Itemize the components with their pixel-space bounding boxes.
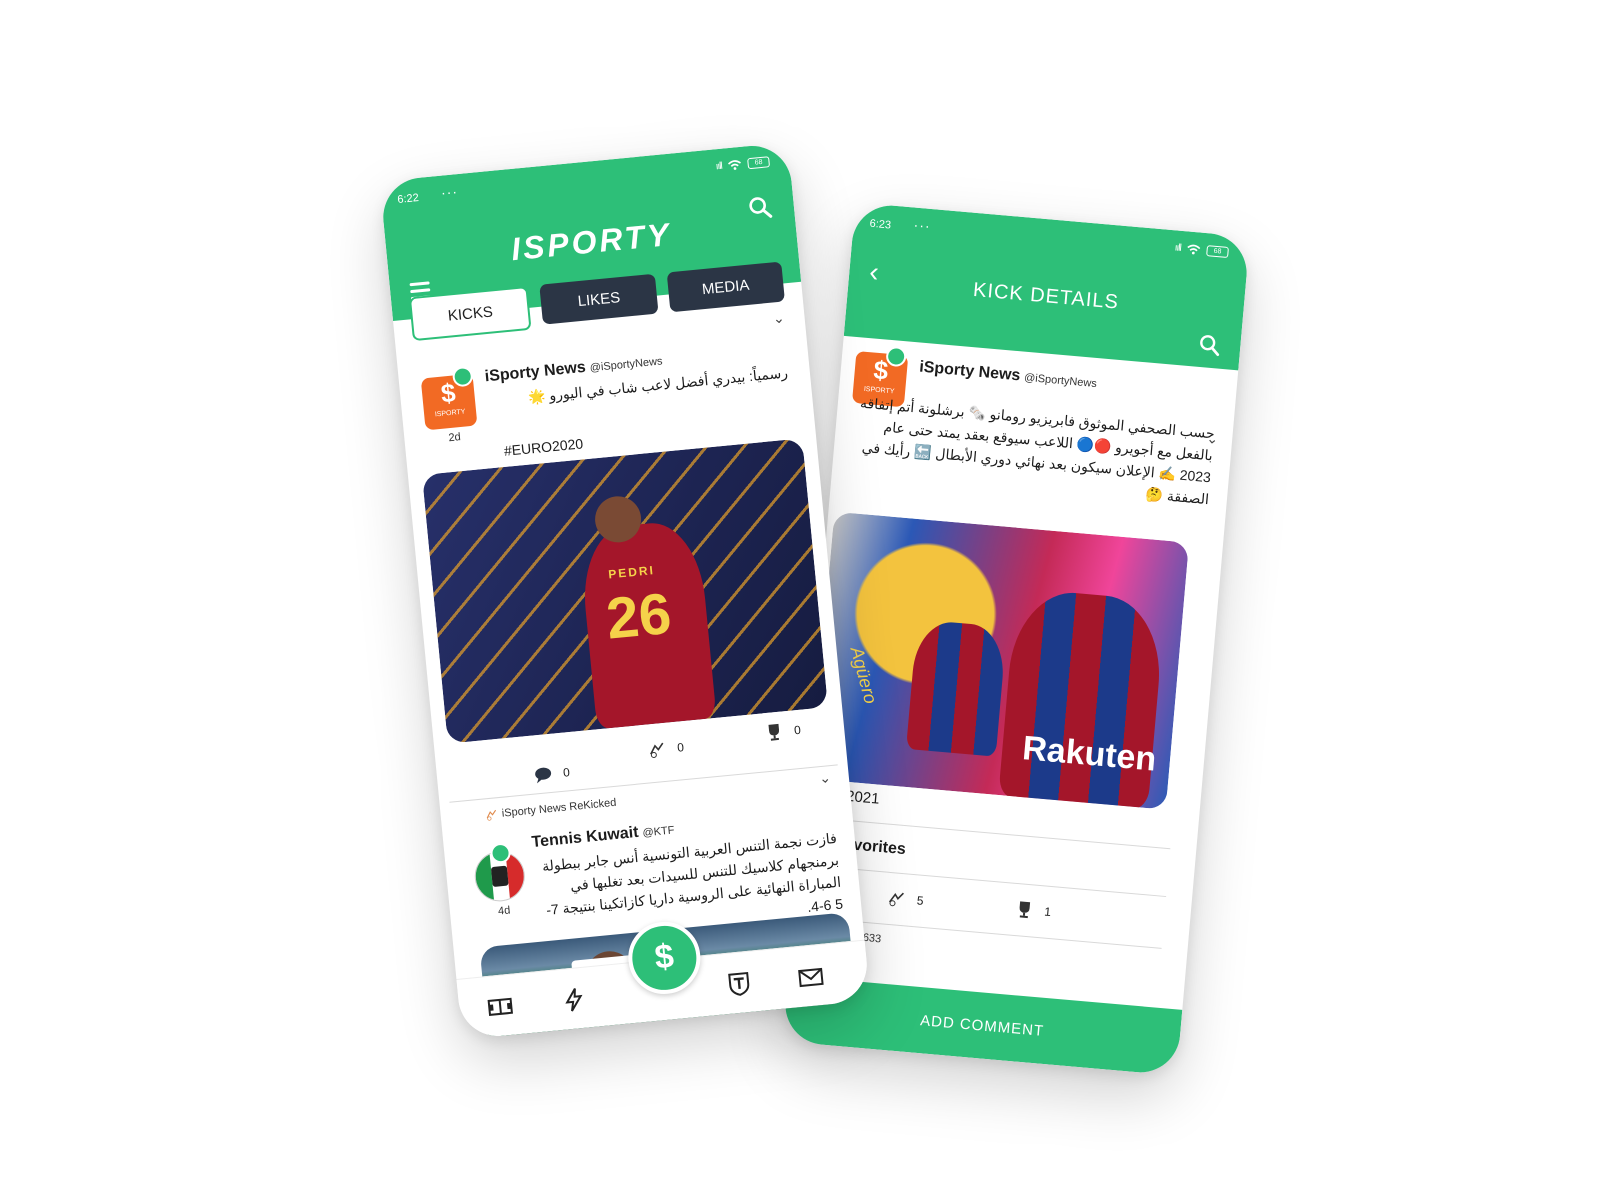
post-author[interactable]: iSporty News @iSportyNews xyxy=(919,359,1098,392)
search-icon[interactable] xyxy=(747,194,773,220)
post-hashtag[interactable]: #EURO2020 xyxy=(503,435,584,459)
battery-icon: 68 xyxy=(747,156,771,170)
comment-action[interactable]: 0 xyxy=(532,762,570,785)
post-handle: @iSportyNews xyxy=(1023,371,1098,391)
rekick-icon xyxy=(486,809,497,821)
chevron-down-icon[interactable]: ⌄ xyxy=(818,769,831,787)
trophy-count: 1 xyxy=(1043,904,1052,920)
chevron-down-icon[interactable]: ⌄ xyxy=(772,309,785,327)
status-dots: ··· xyxy=(440,183,459,201)
status-dots: ··· xyxy=(913,216,932,234)
rekicked-label: iSporty News ReKicked xyxy=(484,796,617,823)
wifi-icon xyxy=(727,160,741,170)
tab-media[interactable]: MEDIA xyxy=(666,261,785,313)
rekick-icon xyxy=(888,892,904,907)
feed-phone: 6:22 ··· ııll 68 ISPORTY KICKS LIKES MED… xyxy=(379,142,871,1040)
lightning-icon[interactable] xyxy=(560,986,588,1014)
rekick-action[interactable]: 5 xyxy=(886,888,924,911)
post-age: 2d xyxy=(447,431,462,445)
feed-tabs: KICKS LIKES MEDIA xyxy=(408,261,785,342)
post-handle: @KTF xyxy=(642,824,675,840)
post-image[interactable]: Rakuten Agüero xyxy=(811,511,1190,810)
player-name-text: Agüero xyxy=(846,644,881,706)
post-text: حسب الصحفي الموثوق فابريزيو رومانو 🗞️ بر… xyxy=(859,394,1216,508)
tab-likes[interactable]: LIKES xyxy=(539,273,659,325)
player-figure-small xyxy=(906,619,1007,757)
comment-icon xyxy=(535,767,552,784)
page-title: KICK DETAILS xyxy=(972,278,1120,314)
field-icon[interactable] xyxy=(486,993,514,1021)
post-handle: @iSportyNews xyxy=(589,355,664,375)
wifi-icon xyxy=(1187,244,1201,255)
trophy-action[interactable]: 1 xyxy=(1014,899,1052,922)
jersey-number: 26 xyxy=(603,580,674,652)
search-icon[interactable] xyxy=(1197,333,1221,357)
post-age: 4d xyxy=(497,904,511,918)
status-bar: 6:22 ··· ııll 68 xyxy=(380,142,791,211)
trophy-icon xyxy=(1019,901,1031,919)
rekick-count: 5 xyxy=(916,893,925,908)
status-bar: 6:23 ··· ııll 68 xyxy=(853,202,1250,266)
post-image[interactable]: PEDRI 26 xyxy=(421,438,829,744)
t-shield-icon[interactable] xyxy=(725,970,753,998)
trophy-count: 0 xyxy=(793,722,802,738)
status-time: 6:22 xyxy=(396,191,420,206)
signal-icon: ııll xyxy=(715,160,723,173)
rekick-icon xyxy=(650,742,664,758)
signal-icon: ııll xyxy=(1174,242,1182,254)
trophy-action[interactable]: 0 xyxy=(763,720,801,743)
feed-header: 6:22 ··· ııll 68 ISPORTY KICKS LIKES MED… xyxy=(379,142,802,342)
comment-count: 0 xyxy=(562,765,571,780)
envelope-icon[interactable] xyxy=(797,963,825,991)
rekick-action[interactable]: 0 xyxy=(646,737,685,760)
tennis-logo-icon xyxy=(490,865,509,888)
rekick-count: 0 xyxy=(676,740,685,755)
battery-icon: 68 xyxy=(1206,245,1229,259)
kick-details-header: 6:23 ··· ııll 68 ‹ KICK DETAILS xyxy=(843,202,1250,371)
status-time: 6:23 xyxy=(869,217,892,232)
trophy-icon xyxy=(768,723,780,741)
